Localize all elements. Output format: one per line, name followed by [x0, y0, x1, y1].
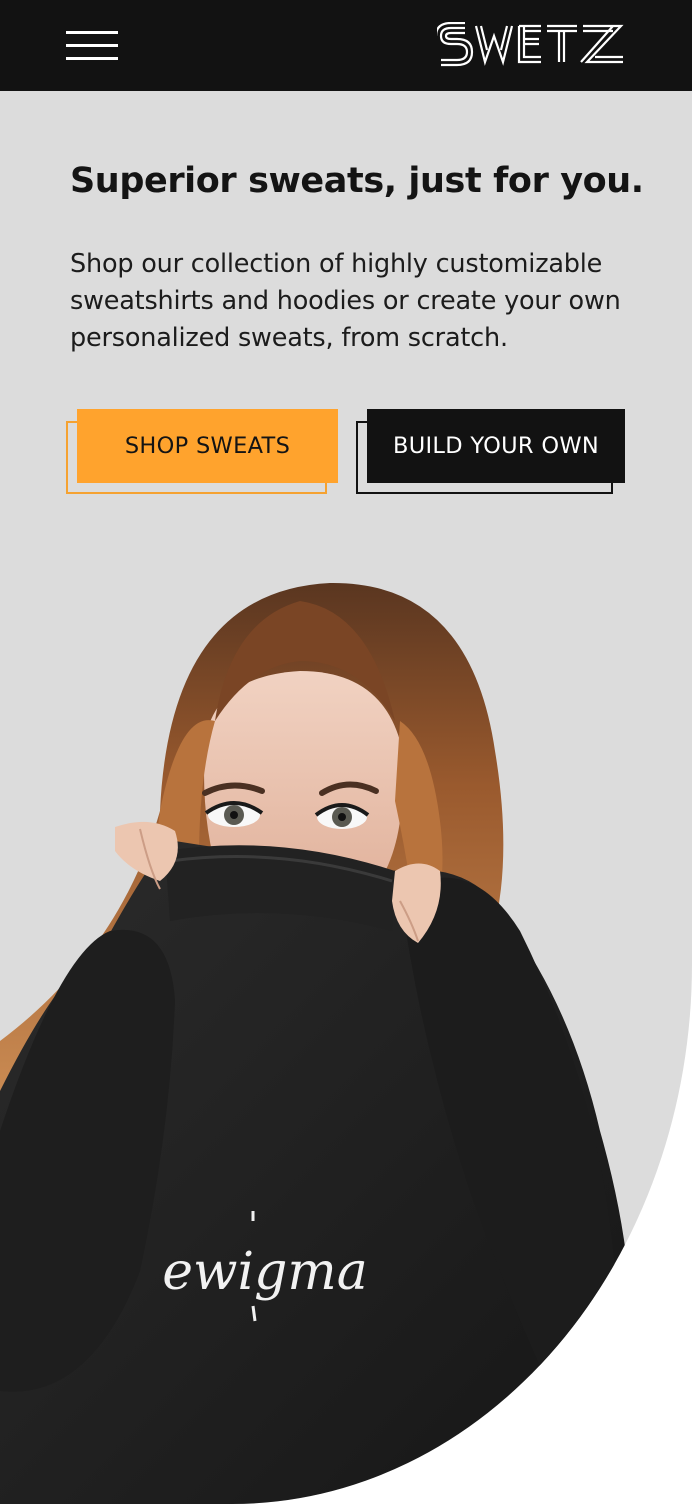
- build-your-own-button[interactable]: BUILD YOUR OWN: [367, 409, 625, 483]
- menu-line: [66, 57, 118, 60]
- hamburger-menu-icon[interactable]: [62, 26, 122, 66]
- shop-sweats-button-group: SHOP SWEATS: [66, 409, 338, 495]
- shirt-print-text: ewigma: [162, 1242, 368, 1302]
- build-your-own-button-group: BUILD YOUR OWN: [356, 409, 626, 495]
- menu-line: [66, 31, 118, 34]
- menu-line: [66, 44, 118, 47]
- top-navigation-bar: [0, 0, 692, 91]
- model-photo: ewigma: [0, 582, 632, 1504]
- brand-logo-wordmark: [437, 22, 624, 67]
- hero-description: Shop our collection of highly customizab…: [70, 249, 621, 353]
- shop-sweats-button[interactable]: SHOP SWEATS: [77, 409, 338, 483]
- hero-model-image: ewigma: [0, 571, 692, 1504]
- hero-title: Superior sweats, just for you.: [70, 161, 644, 201]
- hero-section: Superior sweats, just for you. Shop our …: [0, 91, 692, 1504]
- brand-logo[interactable]: [437, 22, 627, 68]
